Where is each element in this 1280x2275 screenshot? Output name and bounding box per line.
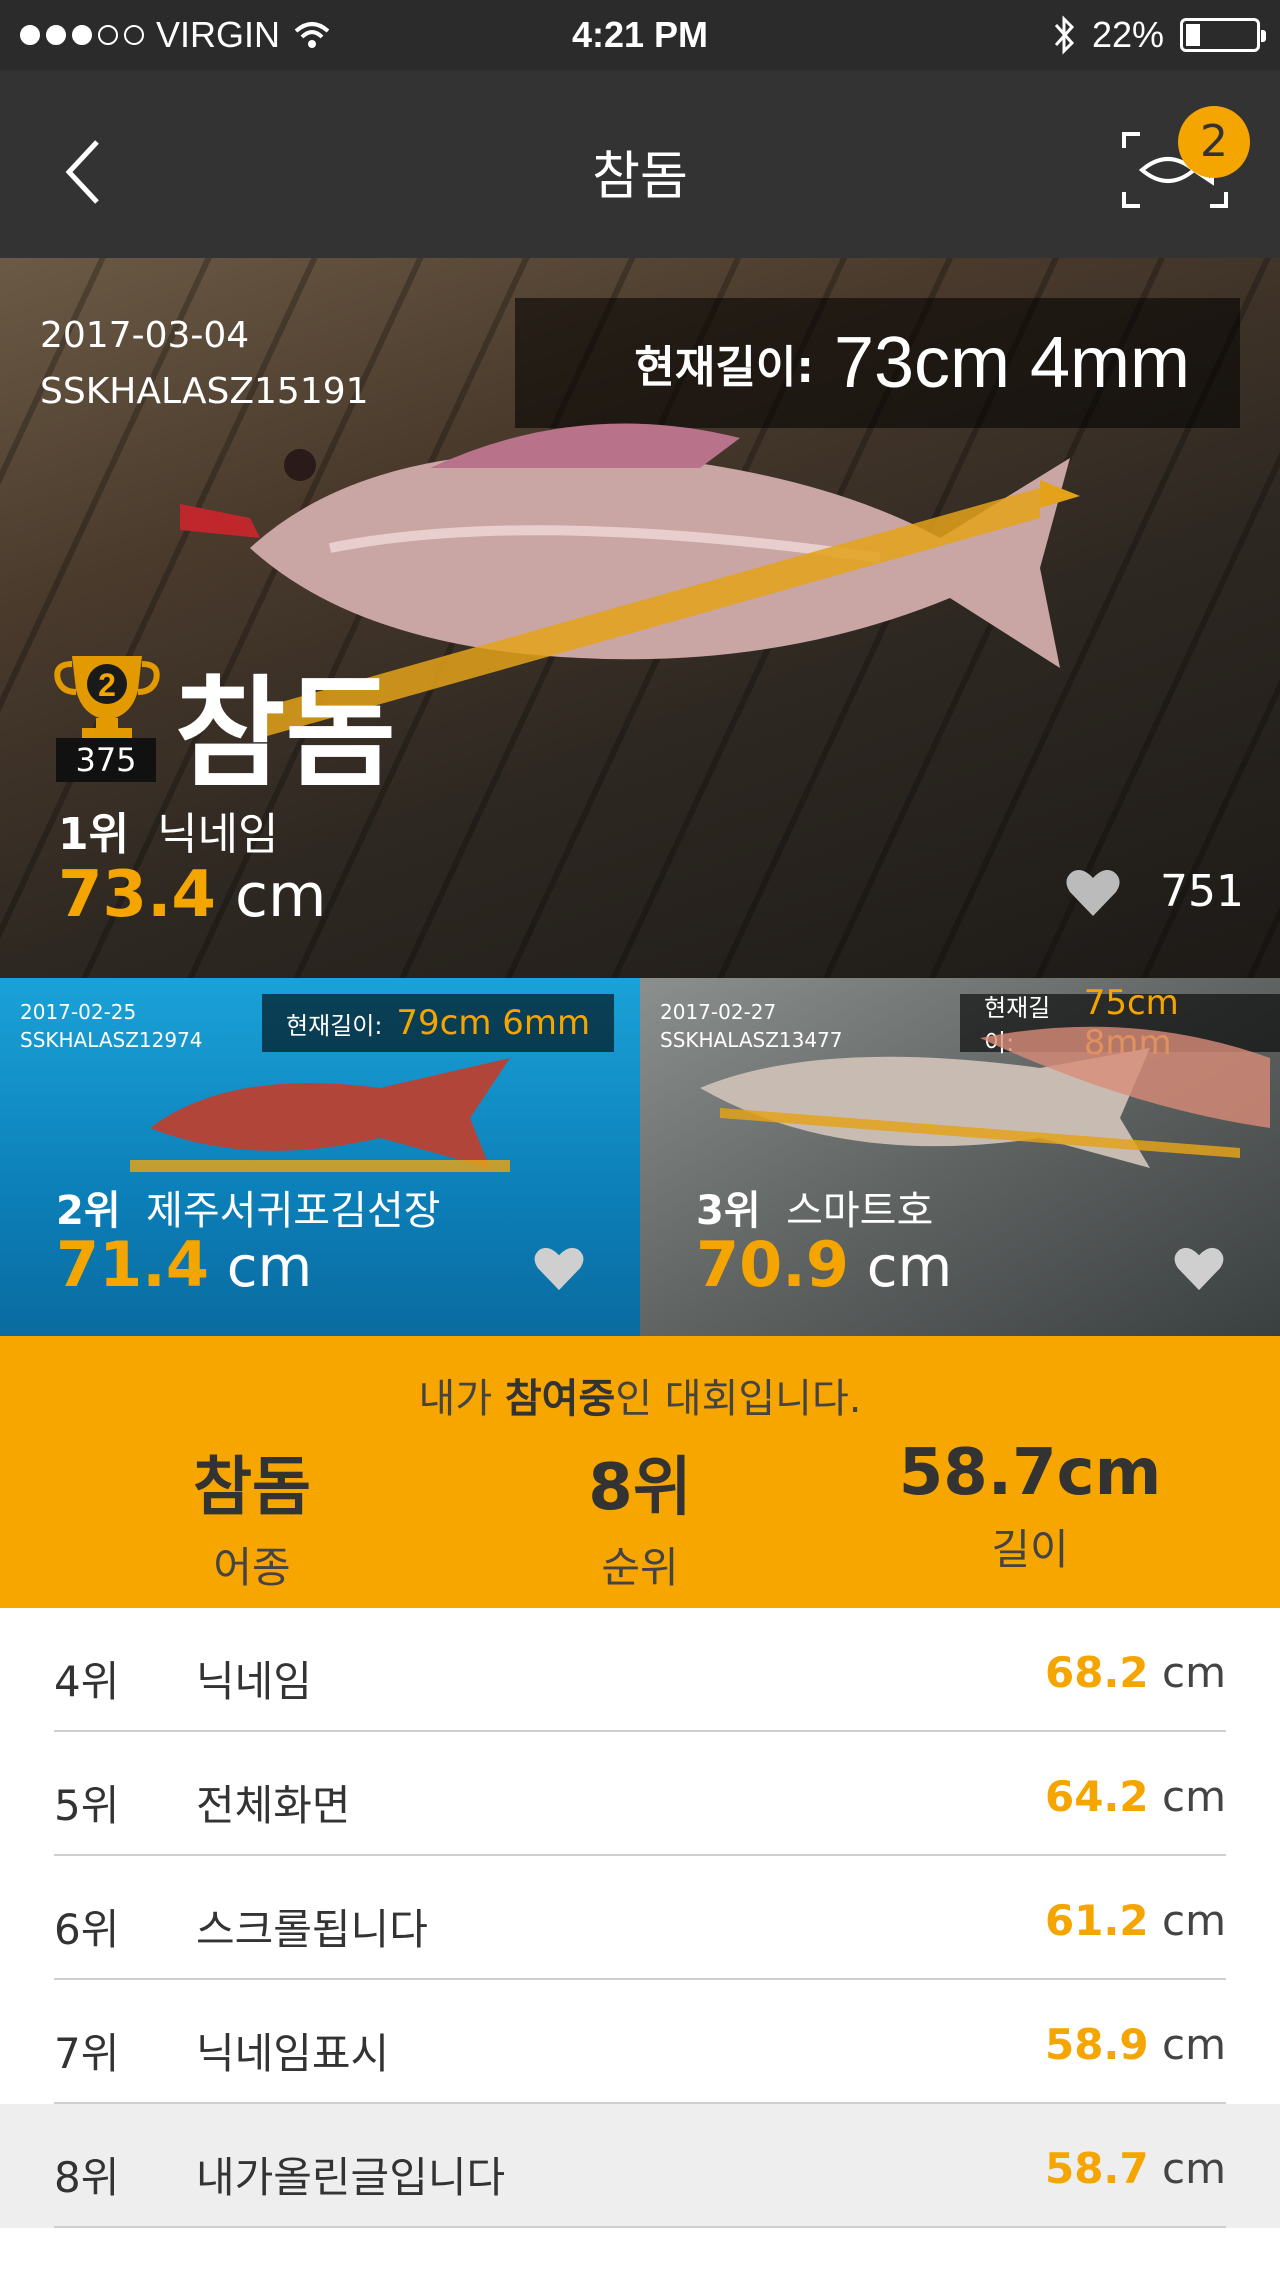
fish-photo — [130, 1058, 510, 1172]
card-meta: 2017-02-25 SSKHALASZ12974 — [20, 998, 203, 1054]
battery-percent: 22% — [1091, 14, 1164, 55]
row-nickname: 닉네임 — [196, 1657, 312, 1706]
hero-rank-line: 1위 닉네임 — [58, 798, 279, 862]
card-length: 71.4 cm — [56, 1228, 312, 1301]
ranking-row[interactable]: 7위 닉네임표시 58.9 cm — [0, 1980, 1280, 2104]
card-length-num: 71.4 — [56, 1228, 209, 1301]
row-length: 58.7 cm — [1045, 2144, 1226, 2193]
hero-length: 73.4 cm — [58, 858, 326, 932]
status-right: 22% — [1052, 14, 1266, 56]
battery-icon — [1180, 18, 1266, 52]
card-date: 2017-02-25 — [20, 1000, 137, 1024]
row-rank: 7위 — [54, 2029, 120, 2078]
heart-icon[interactable] — [1174, 1246, 1224, 1292]
row-length-unit: cm — [1161, 2020, 1226, 2069]
my-rank-value: 8위 — [588, 1451, 692, 1525]
status-bar: VIRGIN 4:21 PM 22% — [0, 0, 1280, 70]
hero-nickname: 닉네임 — [157, 809, 279, 860]
ranking-row[interactable]: 6위 스크롤됩니다 61.2 cm — [0, 1856, 1280, 1980]
row-length-unit: cm — [1161, 1648, 1226, 1697]
my-participation-banner[interactable]: 내가 참여중인 대회입니다. 참돔 어종 8위 순위 58.7cm 길이 — [0, 1336, 1280, 1608]
my-length-label: 길이 — [991, 1525, 1069, 1574]
my-rank: 8위 순위 — [440, 1436, 840, 1595]
card-length-label: 현재길이: — [286, 1011, 383, 1040]
card-length-num: 70.9 — [696, 1228, 849, 1301]
notification-badge: 2 — [1178, 106, 1250, 178]
participation-msg-bold: 참여중 — [504, 1376, 616, 1422]
my-length-value: 58.7cm — [898, 1436, 1162, 1510]
row-length-unit: cm — [1161, 2144, 1226, 2193]
participation-message: 내가 참여중인 대회입니다. — [0, 1366, 1280, 1424]
trophy-rank: 2 — [98, 667, 116, 703]
row-length-num: 64.2 — [1044, 1772, 1149, 1821]
row-nickname: 스크롤됩니다 — [196, 1905, 428, 1954]
trophy-icon: 2 — [54, 656, 160, 738]
row-nickname: 내가올린글입니다 — [196, 2153, 506, 2202]
nav-bar: 참돔 2 — [0, 70, 1280, 258]
row-length-num: 61.2 — [1044, 1896, 1149, 1945]
row-length-num: 58.7 — [1044, 2144, 1149, 2193]
row-length-num: 68.2 — [1044, 1648, 1149, 1697]
card-length-value: 79cm 6mm — [396, 1003, 591, 1043]
row-divider — [54, 2226, 1226, 2228]
heart-icon[interactable] — [534, 1246, 584, 1292]
second-place-card[interactable]: 2017-02-25 SSKHALASZ12974 현재길이: 79cm 6mm… — [0, 978, 640, 1336]
third-place-card[interactable]: 2017-02-27 SSKHALASZ13477 현재길이: 75cm 8mm… — [640, 978, 1280, 1336]
my-species-label: 어종 — [213, 1543, 291, 1592]
row-rank: 4위 — [54, 1657, 120, 1706]
my-length: 58.7cm 길이 — [830, 1436, 1230, 1577]
row-length-unit: cm — [1161, 1772, 1226, 1821]
my-rank-label: 순위 — [601, 1543, 679, 1592]
heart-icon[interactable] — [1066, 868, 1120, 918]
hero-length-num: 73.4 — [58, 858, 216, 932]
hero-length-unit: cm — [234, 861, 327, 931]
row-length: 68.2 cm — [1045, 1648, 1226, 1697]
bluetooth-icon — [1054, 15, 1074, 55]
row-rank: 6위 — [54, 1905, 120, 1954]
entry-count: 375 — [56, 738, 156, 782]
like-count: 751 — [1160, 866, 1244, 917]
row-length-unit: cm — [1161, 1896, 1226, 1945]
row-nickname: 닉네임표시 — [196, 2029, 390, 2078]
card-length: 70.9 cm — [696, 1228, 952, 1301]
ranking-row[interactable]: 5위 전체화면 64.2 cm — [0, 1732, 1280, 1856]
ranking-row[interactable]: 4위 닉네임 68.2 cm — [0, 1608, 1280, 1732]
ranking-row-mine[interactable]: 8위 내가올린글입니다 58.7 cm — [0, 2104, 1280, 2228]
row-rank: 5위 — [54, 1781, 120, 1830]
hero-date: 2017-03-04 — [40, 315, 250, 356]
page-title: 참돔 — [592, 147, 688, 207]
my-species-value: 참돔 — [193, 1451, 311, 1525]
hero-rank: 1위 — [58, 809, 130, 860]
card-length-unit: cm — [866, 1235, 953, 1300]
my-species: 참돔 어종 — [52, 1436, 452, 1595]
row-length-num: 58.9 — [1044, 2020, 1149, 2069]
first-place-card[interactable]: 2017-03-04 SSKHALASZ15191 현재길이: 73cm 4mm… — [0, 258, 1280, 978]
row-nickname: 전체화면 — [196, 1781, 351, 1830]
row-length: 61.2 cm — [1045, 1896, 1226, 1945]
species-title: 참돔 — [175, 665, 396, 804]
row-length: 58.9 cm — [1045, 2020, 1226, 2069]
row-rank: 8위 — [54, 2153, 120, 2202]
row-length: 64.2 cm — [1045, 1772, 1226, 1821]
card-length-unit: cm — [226, 1235, 313, 1300]
card-length-box: 현재길이: 79cm 6mm — [262, 994, 615, 1052]
participation-msg-pre: 내가 — [418, 1376, 505, 1422]
participation-msg-post: 인 대회입니다. — [615, 1376, 862, 1422]
